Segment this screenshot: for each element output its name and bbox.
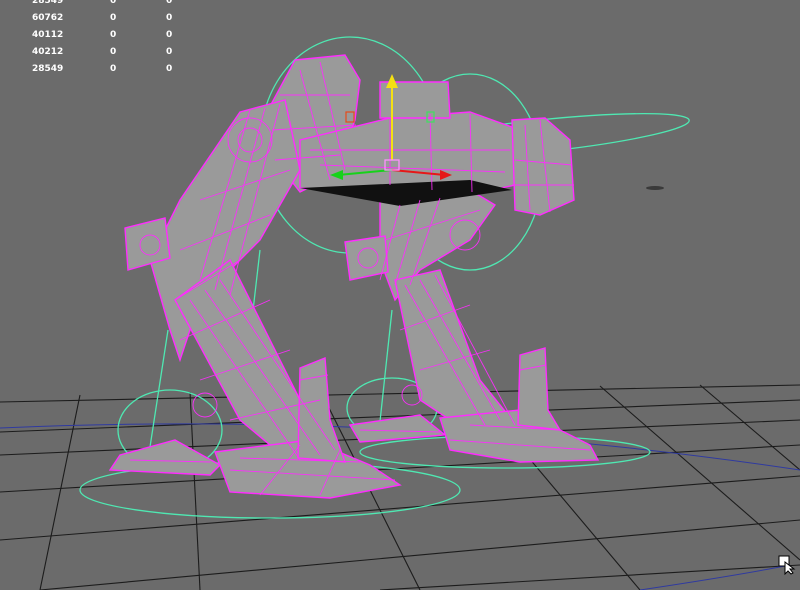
hud-value: 40112 (32, 30, 64, 40)
hud-value: 0 (110, 30, 117, 40)
scene-canvas[interactable] (0, 0, 800, 590)
hud-value: 60762 (32, 13, 64, 23)
hud-row: 60762 0 0 (32, 10, 206, 27)
ground-grid (0, 384, 800, 590)
hud-value: 40212 (32, 47, 64, 57)
hud-value: 0 (166, 30, 173, 40)
hud-value: 28549 (32, 64, 64, 74)
poly-count-hud: 28549 0 0 60762 0 0 40112 0 0 40212 0 0 … (32, 0, 206, 78)
hud-row: 28549 0 0 (32, 0, 206, 10)
hud-row: 28549 0 0 (32, 61, 206, 78)
hud-value: 0 (110, 0, 117, 6)
hud-value: 0 (166, 0, 173, 6)
3d-viewport[interactable]: 28549 0 0 60762 0 0 40112 0 0 40212 0 0 … (0, 0, 800, 590)
hud-value: 28549 (32, 0, 64, 6)
hud-value: 0 (166, 13, 173, 23)
scene-speck (646, 186, 664, 190)
resize-cursor-icon (778, 555, 796, 575)
hud-value: 0 (166, 64, 173, 74)
hud-row: 40112 0 0 (32, 27, 206, 44)
hud-value: 0 (110, 64, 117, 74)
hud-value: 0 (110, 13, 117, 23)
hud-value: 0 (110, 47, 117, 57)
hud-row: 40212 0 0 (32, 44, 206, 61)
hud-value: 0 (166, 47, 173, 57)
